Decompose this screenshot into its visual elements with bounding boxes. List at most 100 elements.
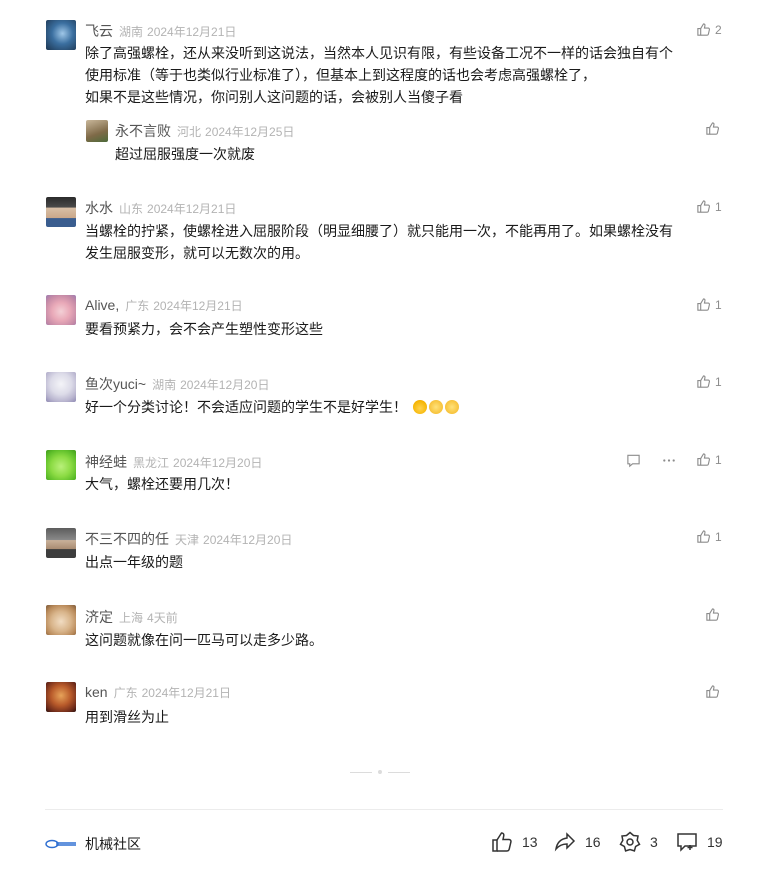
thumbs-up-icon — [697, 298, 711, 311]
thumbs-up-icon — [706, 608, 720, 621]
reply-author[interactable]: 永不言败 — [115, 123, 171, 139]
share-total: 16 — [585, 834, 601, 850]
like-button[interactable]: 1 — [696, 199, 722, 214]
cat-face-emoji-icon — [429, 400, 443, 414]
comment-location: 上海 — [119, 611, 144, 625]
thumbs-up-icon — [697, 23, 711, 36]
comment-author[interactable]: 飞云 — [85, 23, 113, 39]
comment-text: 大气，螺栓还要用几次！ — [85, 473, 239, 495]
like-button[interactable] — [705, 607, 724, 622]
divider-line — [350, 771, 372, 773]
divider-line — [388, 771, 410, 773]
comment-line: 好一个分类讨论！不会适应问题的学生不是好学生！ — [85, 399, 407, 415]
thumbs-up-icon — [706, 122, 720, 135]
thumbs-up-icon — [697, 375, 711, 388]
avatar[interactable] — [46, 528, 76, 558]
comment-button[interactable]: 19 — [675, 830, 723, 854]
avatar[interactable] — [46, 605, 76, 635]
like-button[interactable] — [705, 684, 724, 699]
comment-total: 19 — [707, 834, 723, 850]
comment-meta: 飞云 湖南 2024年12月21日 — [85, 21, 236, 41]
silly-face-emoji-icon — [413, 400, 427, 414]
more-dots-icon — [663, 459, 675, 462]
like-button[interactable]: 1 — [696, 452, 722, 467]
thumbs-up-icon — [697, 200, 711, 213]
comment-date: 2024年12月21日 — [153, 299, 243, 313]
like-count: 1 — [715, 297, 722, 312]
reply-date: 2024年12月25日 — [205, 125, 295, 139]
comment-line: 这问题就像在问一匹马可以走多少路。 — [85, 632, 323, 648]
comment-location: 山东 — [119, 202, 144, 216]
like-count: 1 — [715, 529, 722, 544]
avatar[interactable] — [46, 372, 76, 402]
like-count: 1 — [715, 452, 722, 467]
comment-author[interactable]: 水水 — [85, 200, 113, 216]
comment-line: 要看预紧力，会不会产生塑性变形这些 — [85, 321, 323, 337]
comment-line: 用到滑丝为止 — [85, 709, 169, 725]
like-count: 1 — [715, 374, 722, 389]
dot — [378, 770, 382, 774]
thumbs-up-icon — [706, 685, 720, 698]
comment-author[interactable]: Alive, — [85, 297, 119, 313]
comment-location: 湖南 — [119, 25, 144, 39]
brand-logo-icon — [45, 839, 76, 849]
footer-divider — [45, 809, 723, 810]
reply-meta: 永不言败 河北 2024年12月25日 — [115, 121, 294, 141]
thumbs-up-icon — [492, 832, 512, 852]
favorite-button[interactable]: 3 — [618, 830, 658, 854]
like-button[interactable]: 2 — [696, 22, 722, 37]
load-more-indicator — [350, 770, 410, 774]
like-article-button[interactable]: 13 — [490, 830, 538, 854]
comment-line: 除了高强螺栓，还从来没听到这说法，当然本人见识有限，有些设备工况不一样的话会独自… — [85, 45, 673, 61]
comment-text: 要看预紧力，会不会产生塑性变形这些 — [85, 318, 323, 340]
comment-meta: 水水 山东 2024年12月21日 — [85, 198, 236, 218]
cat-face-emoji-icon — [445, 400, 459, 414]
share-icon — [554, 832, 576, 852]
comment-add-icon — [677, 833, 697, 852]
comment-date: 2024年12月20日 — [203, 533, 293, 547]
comment-icon — [627, 454, 640, 468]
comment-date: 2024年12月21日 — [147, 25, 237, 39]
comment-meta: ken 广东 2024年12月21日 — [85, 684, 231, 701]
comment-author[interactable]: 不三不四的任 — [85, 531, 169, 547]
comment-location: 天津 — [175, 533, 200, 547]
reply-like-button[interactable] — [705, 121, 724, 136]
comment-text: 除了高强螺栓，还从来没听到这说法，当然本人见识有限，有些设备工况不一样的话会独自… — [85, 42, 673, 108]
comment-author[interactable]: ken — [85, 684, 108, 700]
comment-meta: 济定 上海 4天前 — [85, 607, 178, 627]
comment-line: 如果不是这些情况，你问别人这问题的话，会被别人当傻子看 — [85, 89, 463, 105]
reply-button[interactable] — [626, 453, 641, 468]
like-button[interactable]: 1 — [696, 297, 722, 312]
comment-author[interactable]: 鱼次yuci~ — [85, 376, 146, 392]
comment-line: 发生屈服变形，就可以无数次的用。 — [85, 245, 309, 261]
like-button[interactable]: 1 — [696, 374, 722, 389]
avatar[interactable] — [46, 295, 76, 325]
avatar[interactable] — [46, 20, 76, 50]
avatar[interactable] — [46, 450, 76, 480]
comment-text: 好一个分类讨论！不会适应问题的学生不是好学生！ — [85, 396, 459, 418]
comment-meta: 神经蛙 黑龙江 2024年12月20日 — [85, 452, 262, 472]
comment-location: 黑龙江 — [133, 456, 170, 470]
comment-text: 用到滑丝为止 — [85, 706, 169, 728]
comment-line: 出点一年级的题 — [85, 554, 183, 570]
comment-location: 广东 — [125, 299, 150, 313]
share-button[interactable]: 16 — [553, 830, 601, 854]
comment-date: 4天前 — [147, 611, 178, 625]
avatar[interactable] — [46, 682, 76, 712]
brand[interactable]: 机械社区 — [45, 834, 141, 854]
comment-author[interactable]: 神经蛙 — [85, 454, 127, 470]
comment-date: 2024年12月20日 — [173, 456, 263, 470]
avatar[interactable] — [46, 197, 76, 227]
comment-meta: Alive, 广东 2024年12月21日 — [85, 297, 243, 314]
comment-date: 2024年12月21日 — [147, 202, 237, 216]
comment-line: 使用标准（等于也类似行业标准了），但基本上到这程度的话也会考虑高强螺栓了， — [85, 67, 596, 83]
more-button[interactable] — [661, 453, 677, 468]
reply-location: 河北 — [177, 125, 202, 139]
comment-meta: 不三不四的任 天津 2024年12月20日 — [85, 529, 292, 549]
thumbs-up-icon — [697, 453, 711, 466]
comment-author[interactable]: 济定 — [85, 609, 113, 625]
comment-line: 当螺栓的拧紧，使螺栓进入屈服阶段（明显细腰了）就只能用一次，不能再用了。如果螺栓… — [85, 223, 673, 239]
footer-bar: 机械社区 13 16 3 19 — [0, 820, 772, 866]
like-button[interactable]: 1 — [696, 529, 722, 544]
reply-avatar[interactable] — [86, 120, 108, 142]
